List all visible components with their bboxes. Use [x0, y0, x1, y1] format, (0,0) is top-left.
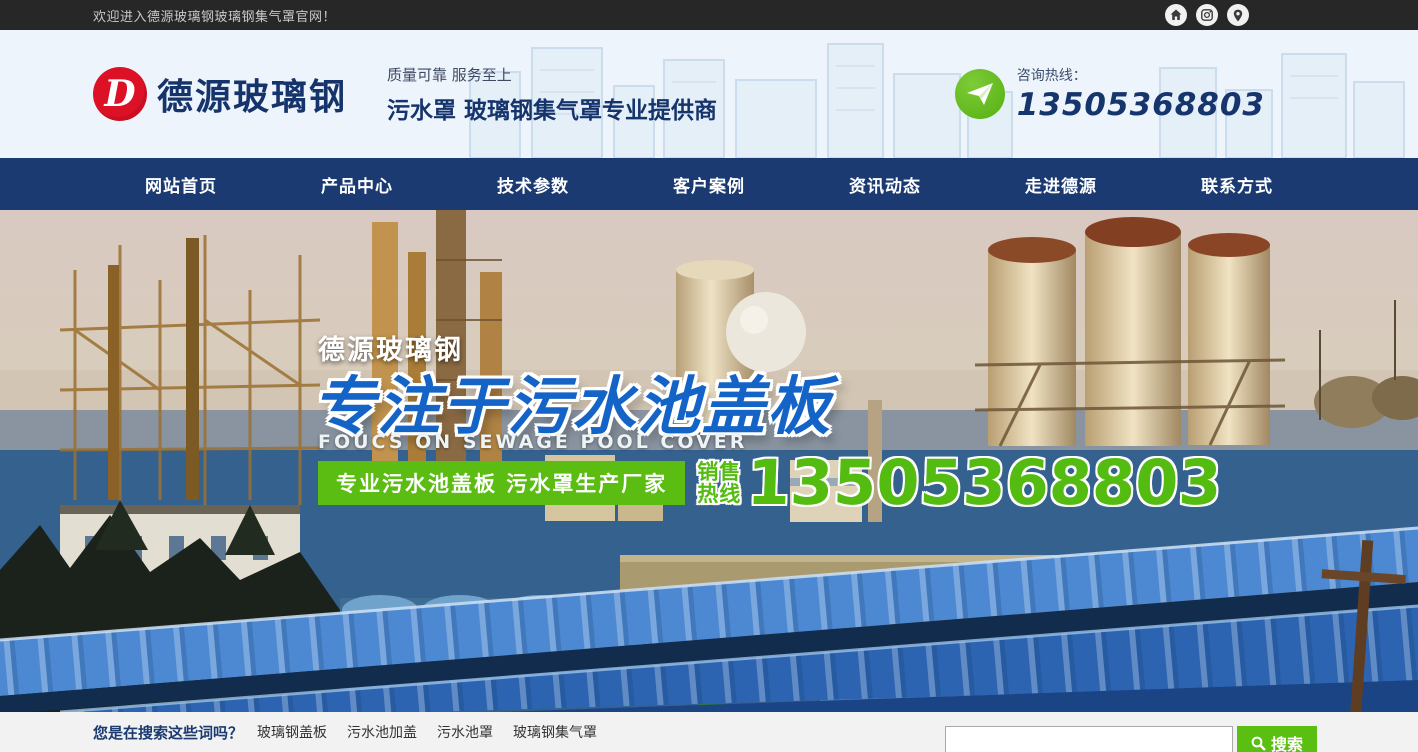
site-logo[interactable]: D 德源玻璃钢 [93, 67, 347, 121]
hotline-number: 13505368803 [1017, 87, 1265, 123]
slogan-small: 质量可靠 服务至上 [387, 64, 717, 85]
sales-hotline-label: 销售 热线 [697, 461, 741, 505]
search-input[interactable] [945, 726, 1233, 752]
nav-item-about[interactable]: 走进德源 [973, 158, 1149, 210]
hot-keywords: 玻璃钢盖板 污水池加盖 污水池罩 玻璃钢集气罩 [257, 722, 597, 742]
location-icon[interactable] [1227, 4, 1249, 26]
top-bar: 欢迎进入德源玻璃钢玻璃钢集气罩官网！ [0, 0, 1418, 30]
search-prompt: 您是在搜索这些词吗？ [93, 722, 243, 743]
topbar-social-icons [1165, 4, 1325, 26]
keyword-link-1[interactable]: 玻璃钢盖板 [257, 722, 327, 742]
keyword-link-3[interactable]: 污水池罩 [437, 722, 493, 742]
site-header: D 德源玻璃钢 质量可靠 服务至上 污水罩 玻璃钢集气罩专业提供商 咨询热线： … [0, 30, 1418, 158]
home-icon[interactable] [1165, 4, 1187, 26]
nav-item-contact[interactable]: 联系方式 [1149, 158, 1325, 210]
hotline-block: 咨询热线： 13505368803 [955, 65, 1325, 123]
search-strip: 您是在搜索这些词吗？ 玻璃钢盖板 污水池加盖 污水池罩 玻璃钢集气罩 搜索 [0, 712, 1418, 752]
camera-icon[interactable] [1196, 4, 1218, 26]
search-button-label: 搜索 [1271, 731, 1303, 752]
logo-text: 德源玻璃钢 [157, 68, 347, 120]
nav-item-news[interactable]: 资讯动态 [797, 158, 973, 210]
nav-item-cases[interactable]: 客户案例 [621, 158, 797, 210]
sales-hotline-number: 13505368803 [746, 456, 1222, 510]
logo-mark-icon: D [93, 67, 147, 121]
search-icon [1251, 736, 1266, 751]
keyword-link-4[interactable]: 玻璃钢集气罩 [513, 722, 597, 742]
sales-label-line1: 销售 [697, 460, 741, 484]
slogan-big: 污水罩 玻璃钢集气罩专业提供商 [387, 91, 717, 125]
nav-item-products[interactable]: 产品中心 [269, 158, 445, 210]
nav-item-specs[interactable]: 技术参数 [445, 158, 621, 210]
paper-plane-icon [955, 69, 1005, 119]
header-slogan: 质量可靠 服务至上 污水罩 玻璃钢集气罩专业提供商 [387, 64, 717, 125]
sales-label-line2: 热线 [697, 482, 741, 506]
search-button[interactable]: 搜索 [1237, 726, 1317, 752]
hero-tagline-chip: 专业污水池盖板 污水罩生产厂家 [318, 461, 685, 505]
nav-item-home[interactable]: 网站首页 [93, 158, 269, 210]
hero-subheadline-en: FOUCS ON SEWAGE POOL COVER [318, 431, 747, 453]
hero-banner: 德源玻璃钢 专注于污水池盖板 FOUCS ON SEWAGE POOL COVE… [0, 210, 1418, 712]
welcome-text: 欢迎进入德源玻璃钢玻璃钢集气罩官网！ [93, 6, 336, 25]
keyword-link-2[interactable]: 污水池加盖 [347, 722, 417, 742]
main-nav: 网站首页 产品中心 技术参数 客户案例 资讯动态 走进德源 联系方式 [0, 158, 1418, 210]
hero-cta-row: 专业污水池盖板 污水罩生产厂家 销售 热线 13505368803 [318, 456, 1222, 510]
hotline-label: 咨询热线： [1017, 65, 1265, 85]
